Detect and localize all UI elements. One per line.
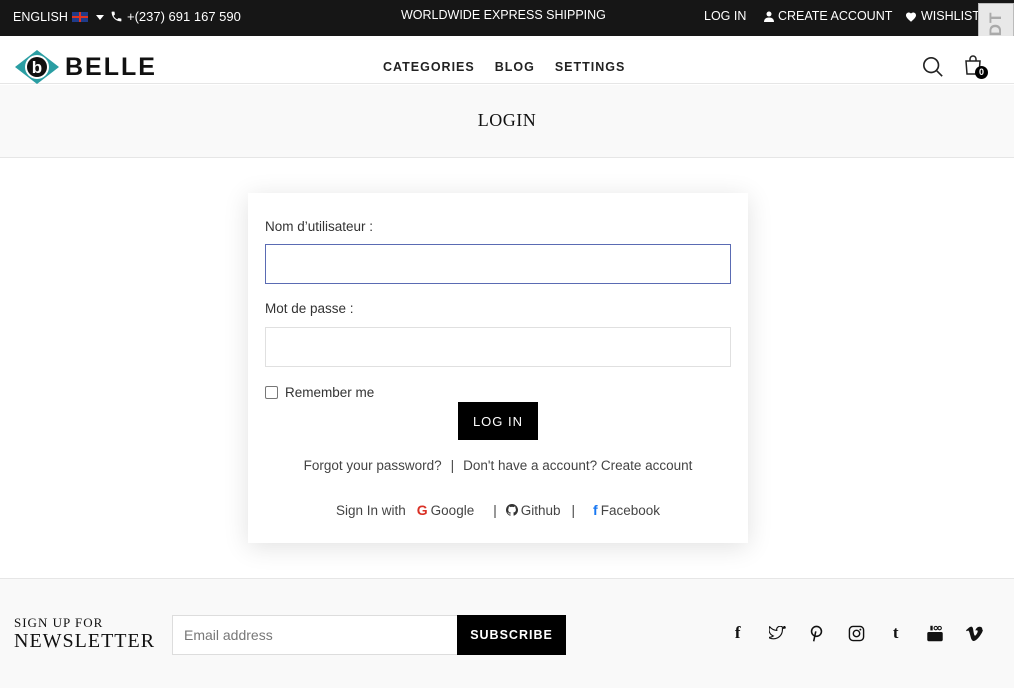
logo-mark-icon: b bbox=[15, 50, 59, 84]
newsletter-footer: SIGN UP FOR NEWSLETTER SUBSCRIBE f t bbox=[0, 578, 1014, 688]
top-login-link[interactable]: LOG IN bbox=[704, 9, 746, 23]
phone-icon bbox=[111, 11, 122, 22]
phone-number: +(237) 691 167 590 bbox=[127, 9, 241, 24]
google-icon: G bbox=[416, 502, 428, 518]
github-icon bbox=[505, 504, 518, 516]
facebook-icon: f bbox=[593, 502, 598, 518]
nav-item-blog[interactable]: BLOG bbox=[495, 60, 535, 74]
social-links: f t bbox=[718, 623, 995, 643]
main-nav: CATEGORIES BLOG SETTINGS bbox=[383, 60, 625, 74]
pinterest-icon[interactable] bbox=[797, 623, 837, 643]
wishlist-label: WISHLIST bbox=[921, 9, 981, 23]
svg-text:b: b bbox=[32, 58, 42, 77]
facebook-icon[interactable]: f bbox=[718, 623, 758, 643]
page-title: LOGIN bbox=[477, 110, 537, 130]
remember-me[interactable]: Remember me bbox=[265, 385, 374, 400]
tumblr-icon[interactable]: t bbox=[876, 623, 916, 643]
account-links: Forgot your password? | Don't have a accou… bbox=[248, 458, 748, 473]
google-login-link[interactable]: G Google bbox=[417, 502, 474, 518]
password-label: Mot de passe : bbox=[265, 301, 354, 316]
password-input[interactable] bbox=[265, 327, 731, 367]
subscribe-button[interactable]: SUBSCRIBE bbox=[457, 615, 566, 655]
google-label: Google bbox=[430, 502, 475, 518]
login-card: Nom d’utilisateur : Mot de passe : Remem… bbox=[248, 193, 748, 543]
newsletter-email-input[interactable] bbox=[172, 615, 458, 655]
wishlist-link[interactable]: WISHLIST bbox=[905, 9, 980, 23]
logo-text: BELLE bbox=[65, 52, 157, 81]
sign-in-with-label: Sign In with bbox=[335, 502, 406, 518]
username-label: Nom d’utilisateur : bbox=[265, 219, 374, 234]
social-separator-2: | bbox=[571, 502, 576, 518]
site-header: b BELLE CATEGORIES BLOG SETTINGS bbox=[0, 36, 1014, 84]
links-separator: | bbox=[450, 458, 455, 473]
twitter-icon[interactable] bbox=[758, 623, 798, 643]
newsletter-heading: NEWSLETTER bbox=[14, 630, 156, 652]
github-login-link[interactable]: Github bbox=[505, 502, 561, 518]
forgot-password-link[interactable]: Forgot your password? bbox=[304, 458, 442, 473]
cart-count-badge: 0 bbox=[975, 66, 988, 79]
uk-flag-icon bbox=[71, 12, 88, 22]
create-account-prompt[interactable]: Don't have a account? Create account bbox=[463, 458, 692, 473]
shipping-banner: WORLDWIDE EXPRESS SHIPPING bbox=[401, 8, 606, 22]
instagram-icon[interactable] bbox=[837, 623, 877, 643]
nav-item-categories[interactable]: CATEGORIES bbox=[383, 60, 475, 74]
language-label: ENGLISH bbox=[13, 10, 68, 24]
github-label: Github bbox=[520, 502, 561, 518]
facebook-login-link[interactable]: f Facebook bbox=[593, 502, 660, 518]
vimeo-icon[interactable] bbox=[955, 623, 995, 643]
create-account-label: CREATE ACCOUNT bbox=[778, 9, 893, 23]
social-separator: | bbox=[493, 502, 497, 518]
username-input[interactable] bbox=[265, 244, 731, 284]
phone-contact[interactable]: +(237) 691 167 590 bbox=[110, 9, 241, 24]
top-bar: ENGLISH +(237) 691 167 590 WORLDWIDE EXP… bbox=[0, 0, 1014, 36]
user-icon bbox=[764, 11, 774, 22]
social-login: Sign In with G Google | Github | f Faceb… bbox=[248, 502, 748, 518]
signup-small-heading: SIGN UP FOR bbox=[14, 615, 104, 630]
login-button[interactable]: LOG IN bbox=[458, 402, 538, 440]
youtube-icon[interactable] bbox=[916, 623, 956, 643]
remember-checkbox[interactable] bbox=[265, 386, 278, 399]
facebook-label: Facebook bbox=[600, 502, 660, 518]
heart-icon bbox=[906, 12, 916, 22]
caret-down-icon bbox=[95, 14, 104, 20]
search-icon[interactable] bbox=[922, 56, 944, 78]
language-selector[interactable]: ENGLISH bbox=[13, 10, 104, 24]
logo[interactable]: b BELLE bbox=[13, 50, 157, 84]
remember-label: Remember me bbox=[285, 385, 375, 400]
page-title-bar: LOGIN bbox=[0, 85, 1014, 158]
create-account-link[interactable]: CREATE ACCOUNT bbox=[764, 9, 892, 23]
nav-item-settings[interactable]: SETTINGS bbox=[555, 60, 626, 74]
